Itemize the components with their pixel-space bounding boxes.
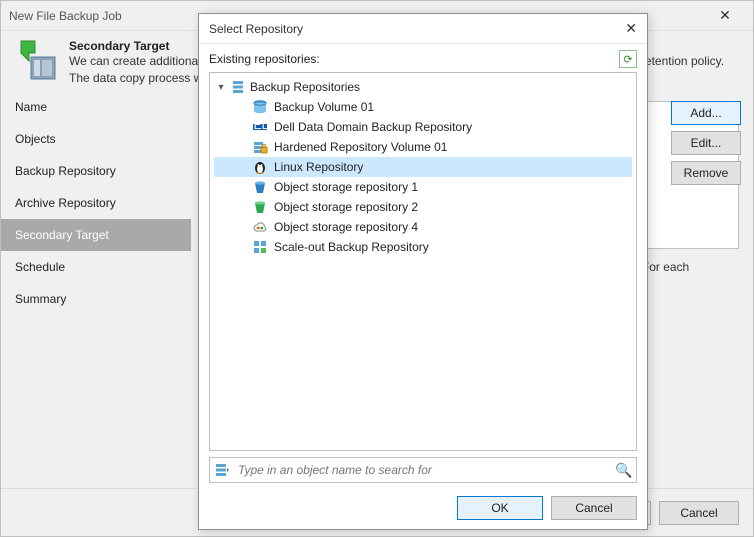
tree-item[interactable]: Linux Repository: [214, 157, 632, 177]
nav-item[interactable]: Objects: [1, 123, 191, 155]
dialog-cancel-button[interactable]: Cancel: [551, 496, 637, 520]
list-side-buttons: Add... Edit... Remove: [671, 101, 741, 185]
tree-item-label: Object storage repository 4: [274, 220, 418, 234]
repositories-root-icon: [230, 79, 246, 95]
hardened-icon: [252, 139, 268, 155]
search-icon[interactable]: 🔍: [612, 462, 636, 479]
tree-item-label: Dell Data Domain Backup Repository: [274, 120, 472, 134]
search-input[interactable]: [234, 458, 612, 482]
add-button[interactable]: Add...: [671, 101, 741, 125]
tree-item[interactable]: Scale-out Backup Repository: [214, 237, 632, 257]
dialog-close-icon[interactable]: ✕: [609, 20, 637, 37]
secondary-target-icon: [15, 39, 59, 83]
nav-item[interactable]: Summary: [1, 283, 191, 315]
remove-button[interactable]: Remove: [671, 161, 741, 185]
scaleout-icon: [252, 239, 268, 255]
tree-item-label: Object storage repository 2: [274, 200, 418, 214]
disk-icon: [252, 99, 268, 115]
wizard-nav: NameObjectsBackup RepositoryArchive Repo…: [1, 91, 191, 484]
tree-item-label: Linux Repository: [274, 160, 363, 174]
bucket-green-icon: [252, 199, 268, 215]
tree-item[interactable]: Object storage repository 4: [214, 217, 632, 237]
nav-item[interactable]: Backup Repository: [1, 155, 191, 187]
refresh-icon[interactable]: ⟳: [619, 50, 637, 68]
filter-type-icon[interactable]: [210, 462, 234, 478]
select-repository-dialog: Select Repository ✕ Existing repositorie…: [198, 13, 648, 530]
wizard-window: New File Backup Job ✕ Secondary Target W…: [0, 0, 754, 537]
tree-item[interactable]: Hardened Repository Volume 01: [214, 137, 632, 157]
edit-button[interactable]: Edit...: [671, 131, 741, 155]
linux-icon: [252, 159, 268, 175]
tree-root-label: Backup Repositories: [250, 80, 360, 94]
close-icon[interactable]: ✕: [705, 7, 745, 24]
cloud-icon: [252, 219, 268, 235]
nav-item[interactable]: Secondary Target: [1, 219, 191, 251]
dialog-footer: OK Cancel: [199, 487, 647, 529]
tree-item-label: Hardened Repository Volume 01: [274, 140, 447, 154]
dell-icon: DELL: [252, 119, 268, 135]
search-row: 🔍: [209, 457, 637, 483]
dialog-title: Select Repository: [209, 22, 609, 36]
tree-item[interactable]: Object storage repository 1: [214, 177, 632, 197]
tree-item-label: Object storage repository 1: [274, 180, 418, 194]
tree-item-label: Backup Volume 01: [274, 100, 374, 114]
tree-item[interactable]: Object storage repository 2: [214, 197, 632, 217]
nav-item[interactable]: Schedule: [1, 251, 191, 283]
tree-root[interactable]: ▾ Backup Repositories: [214, 77, 632, 97]
tree-item[interactable]: Backup Volume 01: [214, 97, 632, 117]
repositories-tree[interactable]: ▾ Backup Repositories Backup Volume 01 DE…: [209, 72, 637, 451]
ok-button[interactable]: OK: [457, 496, 543, 520]
dialog-titlebar: Select Repository ✕: [199, 14, 647, 44]
tree-item[interactable]: DELL Dell Data Domain Backup Repository: [214, 117, 632, 137]
nav-item[interactable]: Name: [1, 91, 191, 123]
bucket-blue-icon: [252, 179, 268, 195]
nav-item[interactable]: Archive Repository: [1, 187, 191, 219]
svg-text:DELL: DELL: [252, 119, 268, 132]
cancel-button[interactable]: Cancel: [659, 501, 739, 525]
tree-item-label: Scale-out Backup Repository: [274, 240, 429, 254]
existing-repositories-label: Existing repositories:: [209, 52, 619, 66]
chevron-down-icon[interactable]: ▾: [216, 82, 226, 93]
